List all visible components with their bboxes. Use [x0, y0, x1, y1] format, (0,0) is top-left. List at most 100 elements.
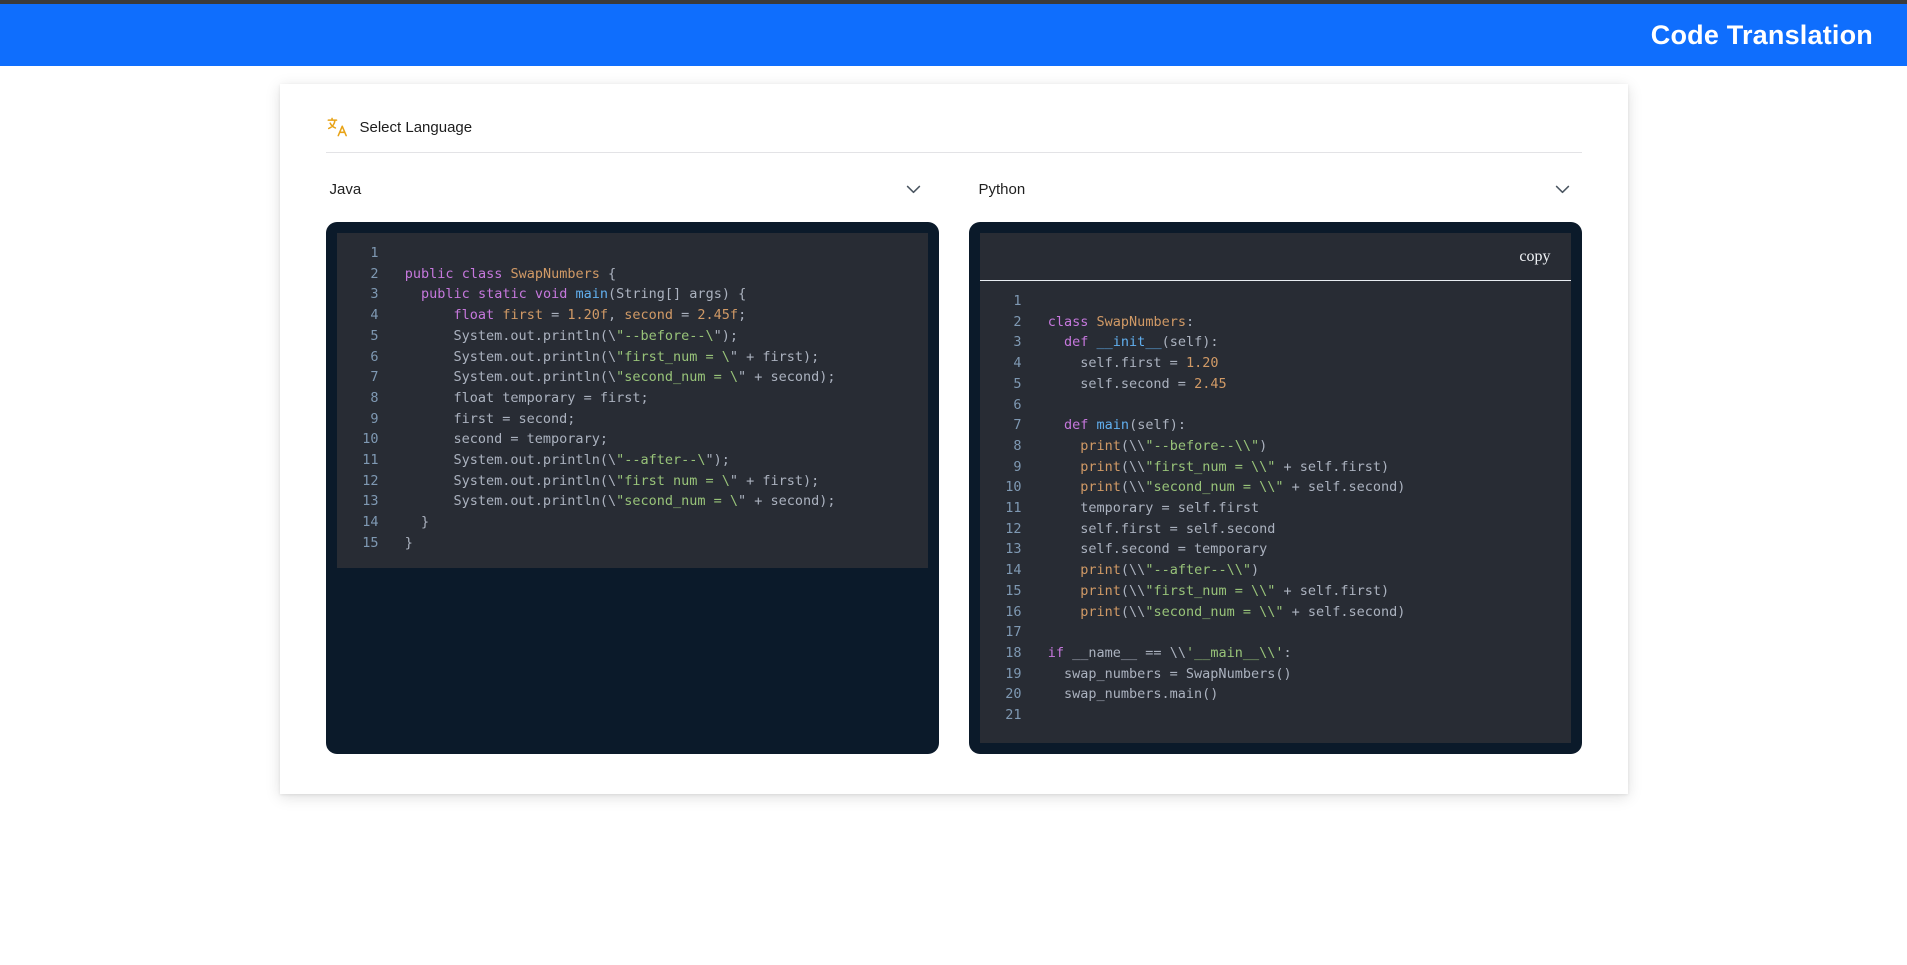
code-line: 12 self.first = self.second — [980, 519, 1571, 540]
line-number: 9 — [980, 457, 1032, 478]
code-line: 10 print(\\"second_num = \\" + self.seco… — [980, 477, 1571, 498]
select-language-row: Select Language — [326, 110, 1582, 152]
code-line: 20 swap_numbers.main() — [980, 684, 1571, 705]
line-content: print(\\"first_num = \\" + self.first) — [1032, 457, 1390, 478]
line-number: 13 — [980, 539, 1032, 560]
select-language-label: Select Language — [360, 119, 473, 136]
page-title: Code Translation — [1651, 20, 1873, 51]
line-content: System.out.println(\"first_num = \" + fi… — [389, 347, 820, 368]
line-number: 5 — [337, 326, 389, 347]
line-number: 14 — [980, 560, 1032, 581]
target-language-dropdown[interactable]: Python — [975, 175, 1582, 204]
code-line: 9 first = second; — [337, 409, 928, 430]
code-line: 8 float temporary = first; — [337, 388, 928, 409]
code-line: 21 — [980, 705, 1571, 726]
line-number: 17 — [980, 622, 1032, 643]
line-number: 10 — [980, 477, 1032, 498]
code-line: 8 print(\\"--before--\\") — [980, 436, 1571, 457]
line-content: self.first = 1.20 — [1032, 353, 1219, 374]
line-number: 4 — [337, 305, 389, 326]
line-content: print(\\"first_num = \\" + self.first) — [1032, 581, 1390, 602]
source-language-dropdown[interactable]: Java — [326, 175, 933, 204]
translate-icon — [326, 116, 348, 138]
code-line: 5 System.out.println(\"--before--\"); — [337, 326, 928, 347]
line-number: 20 — [980, 684, 1032, 705]
line-content: swap_numbers = SwapNumbers() — [1032, 664, 1292, 685]
code-line: 4 self.first = 1.20 — [980, 353, 1571, 374]
line-content: System.out.println(\"--before--\"); — [389, 326, 739, 347]
line-content: self.second = 2.45 — [1032, 374, 1227, 395]
code-line: 1 — [337, 243, 928, 264]
code-line: 16 print(\\"second_num = \\" + self.seco… — [980, 602, 1571, 623]
line-number: 8 — [337, 388, 389, 409]
line-number: 4 — [980, 353, 1032, 374]
code-line: 14 print(\\"--after--\\") — [980, 560, 1571, 581]
line-number: 3 — [980, 332, 1032, 353]
line-content: second = temporary; — [389, 429, 608, 450]
code-line: 13 System.out.println(\"second_num = \" … — [337, 491, 928, 512]
line-number: 7 — [980, 415, 1032, 436]
line-number: 1 — [980, 291, 1032, 312]
code-line: 18 if __name__ == \\'__main__\\': — [980, 643, 1571, 664]
line-content: System.out.println(\"first num = \" + fi… — [389, 471, 820, 492]
line-number: 21 — [980, 705, 1032, 726]
code-line: 17 — [980, 622, 1571, 643]
line-content: float first = 1.20f, second = 2.45f; — [389, 305, 747, 326]
chevron-down-icon — [906, 185, 921, 194]
line-content: float temporary = first; — [389, 388, 649, 409]
line-content: print(\\"second_num = \\" + self.second) — [1032, 477, 1406, 498]
code-line: 7 def main(self): — [980, 415, 1571, 436]
language-selectors: Java Python — [326, 153, 1582, 222]
line-number: 6 — [337, 347, 389, 368]
code-line: 14 } — [337, 512, 928, 533]
line-number: 15 — [980, 581, 1032, 602]
line-content: public class SwapNumbers { — [389, 264, 617, 285]
copy-button[interactable]: copy — [1519, 248, 1550, 266]
line-content: class SwapNumbers: — [1032, 312, 1195, 333]
line-number: 13 — [337, 491, 389, 512]
line-content: if __name__ == \\'__main__\\': — [1032, 643, 1292, 664]
line-content: public static void main(String[] args) { — [389, 284, 747, 305]
source-code-panel: 12 public class SwapNumbers {3 public st… — [326, 222, 939, 754]
line-content: System.out.println(\"--after--\"); — [389, 450, 730, 471]
code-line: 19 swap_numbers = SwapNumbers() — [980, 664, 1571, 685]
code-line: 7 System.out.println(\"second_num = \" +… — [337, 367, 928, 388]
line-number: 3 — [337, 284, 389, 305]
line-content: print(\\"--before--\\") — [1032, 436, 1268, 457]
line-content: def __init__(self): — [1032, 332, 1219, 353]
copy-bar: copy — [980, 233, 1571, 281]
code-line: 13 self.second = temporary — [980, 539, 1571, 560]
line-content: def main(self): — [1032, 415, 1186, 436]
target-code-panel: copy 12 class SwapNumbers:3 def __init__… — [969, 222, 1582, 754]
line-content: print(\\"--after--\\") — [1032, 560, 1260, 581]
code-panels: 12 public class SwapNumbers {3 public st… — [326, 222, 1582, 754]
target-code-area[interactable]: 12 class SwapNumbers:3 def __init__(self… — [980, 281, 1571, 743]
line-number: 11 — [337, 450, 389, 471]
page-body: Select Language Java Python — [0, 66, 1907, 794]
code-line: 10 second = temporary; — [337, 429, 928, 450]
line-content: self.first = self.second — [1032, 519, 1276, 540]
code-line: 12 System.out.println(\"first num = \" +… — [337, 471, 928, 492]
line-number: 5 — [980, 374, 1032, 395]
line-number: 7 — [337, 367, 389, 388]
line-content: self.second = temporary — [1032, 539, 1268, 560]
main-card: Select Language Java Python — [280, 84, 1628, 794]
source-code-area[interactable]: 12 public class SwapNumbers {3 public st… — [337, 233, 928, 568]
line-content: swap_numbers.main() — [1032, 684, 1219, 705]
line-number: 14 — [337, 512, 389, 533]
line-content: System.out.println(\"second_num = \" + s… — [389, 491, 836, 512]
code-line: 2 class SwapNumbers: — [980, 312, 1571, 333]
code-line: 3 public static void main(String[] args)… — [337, 284, 928, 305]
code-line: 15 } — [337, 533, 928, 554]
line-number: 12 — [980, 519, 1032, 540]
line-number: 18 — [980, 643, 1032, 664]
line-content: } — [389, 533, 413, 554]
code-line: 9 print(\\"first_num = \\" + self.first) — [980, 457, 1571, 478]
code-line: 6 System.out.println(\"first_num = \" + … — [337, 347, 928, 368]
line-number: 11 — [980, 498, 1032, 519]
code-line: 2 public class SwapNumbers { — [337, 264, 928, 285]
code-line: 11 System.out.println(\"--after--\"); — [337, 450, 928, 471]
line-number: 19 — [980, 664, 1032, 685]
line-number: 9 — [337, 409, 389, 430]
line-number: 10 — [337, 429, 389, 450]
